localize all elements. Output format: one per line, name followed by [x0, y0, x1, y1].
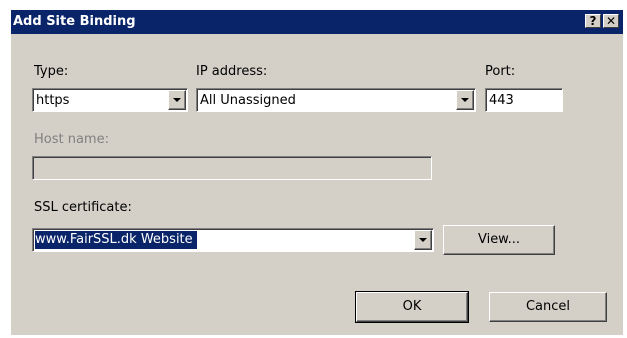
ip-address-select-value: All Unassigned [200, 93, 296, 108]
host-name-input [32, 156, 432, 180]
host-name-label: Host name: [34, 132, 109, 147]
ip-address-label: IP address: [196, 64, 268, 79]
ip-address-dropdown-button[interactable] [456, 90, 474, 110]
ssl-certificate-label: SSL certificate: [34, 200, 132, 215]
port-input[interactable]: 443 [485, 88, 563, 112]
view-button[interactable]: View... [443, 225, 555, 255]
help-button[interactable]: ? [585, 14, 601, 28]
cancel-button[interactable]: Cancel [489, 292, 607, 322]
ssl-certificate-select[interactable]: www.FairSSL.dk Website [32, 228, 434, 252]
type-select[interactable]: https [32, 88, 188, 112]
title-bar[interactable]: Add Site Binding ? ✕ [11, 10, 623, 34]
port-input-value: 443 [489, 93, 514, 108]
close-button[interactable]: ✕ [603, 14, 619, 28]
ssl-certificate-select-value: www.FairSSL.dk Website [35, 231, 197, 249]
chevron-down-icon [461, 98, 469, 102]
chevron-down-icon [419, 238, 427, 242]
type-label: Type: [34, 64, 69, 79]
chevron-down-icon [173, 98, 181, 102]
port-label: Port: [485, 64, 516, 79]
ip-address-select[interactable]: All Unassigned [196, 88, 476, 112]
add-site-binding-dialog: Add Site Binding ? ✕ Type: https IP addr… [11, 10, 623, 335]
type-select-value: https [36, 93, 70, 108]
ok-button[interactable]: OK [355, 291, 469, 323]
dialog-title: Add Site Binding [13, 14, 136, 29]
ssl-certificate-dropdown-button[interactable] [414, 230, 432, 250]
type-dropdown-button[interactable] [168, 90, 186, 110]
